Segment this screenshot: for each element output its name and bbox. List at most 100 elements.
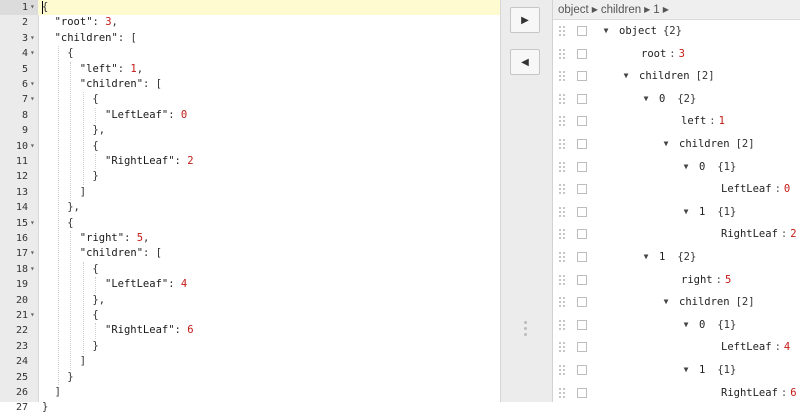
code-line[interactable]: 13]: [0, 185, 500, 200]
fold-arrow-icon[interactable]: ▾: [30, 76, 35, 91]
fold-arrow-icon[interactable]: ▾: [30, 45, 35, 60]
code-line[interactable]: 23}: [0, 339, 500, 354]
code-line[interactable]: 9},: [0, 123, 500, 138]
tree-row[interactable]: RightLeaf:6: [553, 382, 800, 405]
menu-square-icon[interactable]: [577, 229, 587, 240]
menu-square-icon[interactable]: [577, 139, 587, 149]
tree-node-index[interactable]: 1: [699, 364, 705, 376]
fold-arrow-icon[interactable]: ▾: [30, 245, 35, 260]
menu-square-icon[interactable]: [577, 342, 587, 353]
tree-row[interactable]: ▼ children [2]: [553, 133, 800, 156]
expand-arrow-icon[interactable]: ▼: [641, 246, 651, 269]
drag-handle-icon[interactable]: [559, 139, 567, 149]
expand-arrow-icon[interactable]: ▼: [601, 20, 611, 43]
code-line[interactable]: 11 "RightLeaf": 2: [0, 154, 500, 169]
tree-node-index[interactable]: 0: [659, 93, 665, 105]
tree-node-value[interactable]: 3: [679, 48, 685, 60]
tree-row[interactable]: right:5: [553, 269, 800, 292]
drag-handle-icon[interactable]: [559, 116, 567, 127]
copy-to-tree-button[interactable]: ▶: [510, 7, 540, 33]
fold-arrow-icon[interactable]: ▾: [30, 215, 35, 230]
menu-square-icon[interactable]: [577, 387, 587, 398]
code-line[interactable]: 21 ▾ {: [0, 308, 500, 323]
tree-node-value[interactable]: 2: [790, 228, 796, 240]
fold-arrow-icon[interactable]: ▾: [30, 138, 35, 153]
tree-row[interactable]: ▼ 0 {1}: [553, 156, 800, 179]
code-editor-pane[interactable]: 1 ▾{2 "root": 3, 3 ▾ "children": [4 ▾{5 "left":…: [0, 0, 501, 413]
fold-arrow-icon[interactable]: ▾: [30, 261, 35, 276]
tree-row[interactable]: ▼ children [2]: [553, 65, 800, 88]
drag-handle-icon[interactable]: [559, 229, 567, 240]
code-line[interactable]: 7 ▾ {: [0, 92, 500, 107]
tree-node-key[interactable]: RightLeaf: [721, 387, 778, 399]
tree-row[interactable]: ▼ 1 {2}: [553, 246, 800, 269]
pane-resize-handle[interactable]: [524, 321, 528, 339]
breadcrumb-item-children[interactable]: children: [601, 4, 641, 16]
tree-node-key[interactable]: right: [681, 274, 713, 286]
drag-handle-icon[interactable]: [559, 93, 567, 104]
code-line[interactable]: 16 "right": 5,: [0, 231, 500, 246]
code-line[interactable]: 12}: [0, 169, 500, 184]
fold-arrow-icon[interactable]: ▾: [30, 30, 35, 45]
drag-handle-icon[interactable]: [559, 274, 567, 285]
drag-handle-icon[interactable]: [559, 161, 567, 172]
fold-arrow-icon[interactable]: ▾: [30, 91, 35, 106]
tree-row[interactable]: ▼ 0 {1}: [553, 314, 800, 337]
code-line[interactable]: 19 "LeftLeaf": 4: [0, 277, 500, 292]
menu-square-icon[interactable]: [577, 26, 587, 36]
code-line[interactable]: 25}: [0, 370, 500, 385]
tree-node-value[interactable]: 1: [719, 115, 725, 127]
tree-node-index[interactable]: 1: [699, 206, 705, 218]
code-line[interactable]: 17 ▾ "children": [: [0, 246, 500, 261]
drag-handle-icon[interactable]: [559, 365, 567, 375]
code-line[interactable]: 18 ▾ {: [0, 262, 500, 277]
tree-row[interactable]: ▼ 1 {1}: [553, 359, 800, 382]
code-line[interactable]: 24]: [0, 354, 500, 369]
menu-square-icon[interactable]: [577, 206, 587, 217]
menu-square-icon[interactable]: [577, 184, 587, 195]
expand-arrow-icon[interactable]: ▼: [661, 133, 671, 156]
menu-square-icon[interactable]: [577, 365, 587, 375]
code-line[interactable]: 27}: [0, 400, 500, 415]
tree-node-key[interactable]: LeftLeaf: [721, 341, 772, 353]
drag-handle-icon[interactable]: [559, 297, 567, 308]
tree-row[interactable]: LeftLeaf:0: [553, 178, 800, 201]
drag-handle-icon[interactable]: [559, 206, 567, 217]
code-line[interactable]: 2 "root": 3,: [0, 15, 500, 30]
tree-row[interactable]: root:3: [553, 43, 800, 66]
code-line[interactable]: 1 ▾{: [0, 0, 500, 16]
code-line[interactable]: 4 ▾ {: [0, 46, 500, 61]
tree-node-key[interactable]: children: [679, 138, 730, 150]
tree-node-value[interactable]: 4: [784, 341, 790, 353]
expand-arrow-icon[interactable]: ▼: [621, 65, 631, 88]
expand-arrow-icon[interactable]: ▼: [681, 156, 691, 179]
code-line[interactable]: 10 ▾ {: [0, 139, 500, 154]
tree-node-key[interactable]: LeftLeaf: [721, 183, 772, 195]
tree-row[interactable]: RightLeaf:2: [553, 223, 800, 246]
menu-square-icon[interactable]: [577, 48, 587, 59]
tree-node-key[interactable]: RightLeaf: [721, 228, 778, 240]
tree-node-key[interactable]: left: [681, 115, 706, 127]
expand-arrow-icon[interactable]: ▼: [681, 314, 691, 337]
code-line[interactable]: 22 "RightLeaf": 6: [0, 323, 500, 338]
menu-square-icon[interactable]: [577, 116, 587, 127]
code-line[interactable]: 20},: [0, 293, 500, 308]
tree-node-key[interactable]: root: [641, 48, 666, 60]
menu-square-icon[interactable]: [577, 161, 587, 172]
breadcrumb-arrow-icon[interactable]: ▶: [660, 5, 672, 14]
fold-arrow-icon[interactable]: ▾: [30, 0, 35, 14]
code-line[interactable]: 14},: [0, 200, 500, 215]
tree-node-key[interactable]: children: [679, 296, 730, 308]
drag-handle-icon[interactable]: [559, 48, 567, 59]
tree-node-key[interactable]: children: [639, 70, 690, 82]
tree-node-value[interactable]: 0: [784, 183, 790, 195]
menu-square-icon[interactable]: [577, 252, 587, 262]
code-line[interactable]: 26]: [0, 385, 500, 400]
expand-arrow-icon[interactable]: ▼: [681, 359, 691, 382]
breadcrumb-item-1[interactable]: 1: [653, 4, 659, 16]
tree-row[interactable]: ▼ children [2]: [553, 291, 800, 314]
drag-handle-icon[interactable]: [559, 387, 567, 398]
code-line[interactable]: 3 ▾ "children": [: [0, 31, 500, 46]
drag-handle-icon[interactable]: [559, 319, 567, 330]
breadcrumb-item-object[interactable]: object: [558, 4, 589, 16]
